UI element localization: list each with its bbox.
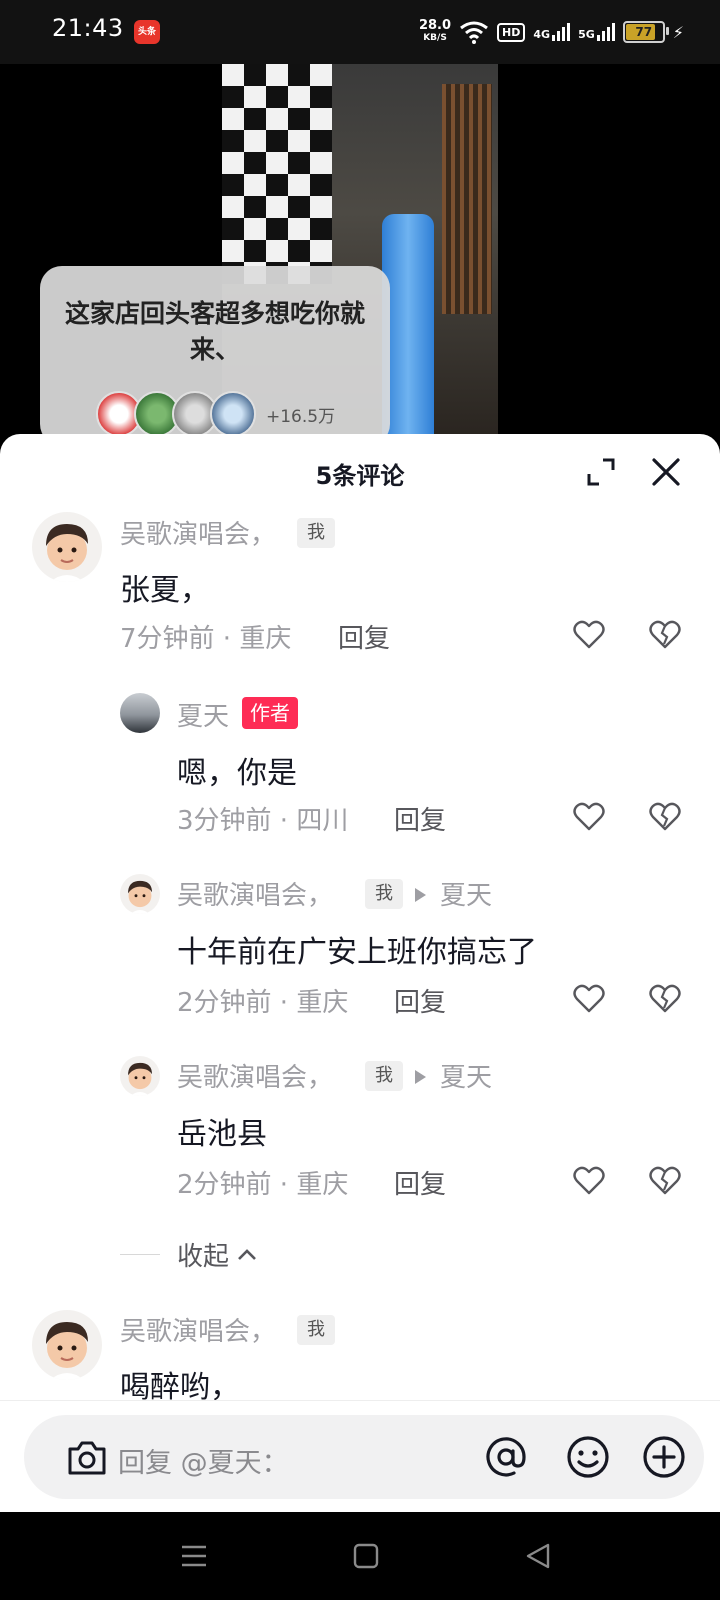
username[interactable]: 吴歌演唱会， [177, 1057, 333, 1094]
system-nav-bar [0, 1512, 720, 1600]
status-time: 21:43 [52, 14, 124, 42]
avatar[interactable] [120, 1056, 160, 1096]
network-speed-value: 28.0 [418, 18, 452, 33]
collapse-divider [120, 1254, 160, 1255]
close-icon[interactable] [646, 452, 686, 492]
expand-icon[interactable] [583, 454, 619, 490]
home-icon[interactable] [350, 1540, 382, 1572]
reply-button[interactable]: 回复 [338, 618, 390, 655]
avatar[interactable] [32, 1310, 102, 1380]
me-badge: 我 [365, 1061, 403, 1091]
heart-icon[interactable] [572, 982, 606, 1016]
status-bar: 21:43 头条 28.0 KB/S HD 4G 5G 77 ⚡ [0, 0, 720, 64]
reply-to-username[interactable]: 夏天 [440, 1057, 492, 1094]
viewer-avatar [210, 391, 256, 436]
me-badge: 我 [365, 879, 403, 909]
heart-icon[interactable] [572, 1164, 606, 1198]
heart-icon[interactable] [572, 800, 606, 834]
avatar[interactable] [120, 693, 160, 733]
sheet-header: 5条评论 [0, 434, 720, 520]
reply-button[interactable]: 回复 [394, 982, 446, 1019]
checkered-shirt-image [222, 64, 332, 284]
network-speed: 28.0 KB/S [418, 18, 452, 44]
status-indicators: 28.0 KB/S HD 4G 5G 77 ⚡ [419, 16, 684, 48]
me-badge: 我 [297, 518, 335, 548]
promo-count: +16.5万 [266, 406, 336, 427]
wifi-icon [460, 21, 488, 44]
video-player[interactable]: 这家店回头客超多想吃你就来、 +16.5万 [0, 64, 720, 436]
promo-avatar-group: +16.5万 [96, 391, 335, 436]
charging-icon: ⚡ [672, 22, 684, 42]
collapse-replies-button[interactable]: 收起 [177, 1236, 259, 1273]
username[interactable]: 吴歌演唱会， [120, 514, 276, 551]
heart-icon[interactable] [572, 618, 606, 652]
comment-meta: 2分钟前 · 重庆 [177, 1170, 349, 1200]
hd-voice-badge: HD [497, 22, 526, 42]
comment-text: 岳池县 [177, 1117, 267, 1152]
at-mention-icon[interactable] [482, 1433, 530, 1481]
signal-4g-icon: 4G [533, 23, 571, 41]
reply-button[interactable]: 回复 [394, 800, 446, 837]
comment-text: 十年前在广安上班你搞忘了 [177, 935, 537, 970]
promo-text: 这家店回头客超多想吃你就来、 [64, 299, 365, 364]
network-speed-unit: KB/S [423, 33, 447, 43]
avatar[interactable] [120, 874, 160, 914]
input-placeholder[interactable]: 回复 @夏天： [118, 1441, 289, 1480]
battery-icon: 77 [622, 21, 669, 43]
comment-meta: 3分钟前 · 四川 [177, 806, 349, 836]
username[interactable]: 吴歌演唱会， [177, 875, 333, 912]
signal-5g-label: 5G [578, 28, 595, 41]
promo-card[interactable]: 这家店回头客超多想吃你就来、 +16.5万 [40, 266, 390, 436]
menu-icon[interactable] [178, 1540, 210, 1572]
emoji-icon[interactable] [564, 1433, 612, 1481]
reply-arrow-icon [415, 888, 426, 902]
username[interactable]: 夏天 [177, 696, 229, 733]
comment-input[interactable]: 回复 @夏天： [24, 1415, 704, 1499]
signal-5g-icon: 5G [578, 23, 615, 41]
broken-heart-icon[interactable] [648, 982, 682, 1016]
signal-4g-label: 4G [533, 28, 551, 41]
comment-meta: 7分钟前 · 重庆 [120, 624, 292, 654]
reply-button[interactable]: 回复 [394, 1164, 446, 1201]
back-icon[interactable] [522, 1540, 554, 1572]
broken-heart-icon[interactable] [648, 800, 682, 834]
author-badge: 作者 [242, 697, 298, 729]
broken-heart-icon[interactable] [648, 618, 682, 652]
reply-to-username[interactable]: 夏天 [440, 875, 492, 912]
me-badge: 我 [297, 1315, 335, 1345]
comment-meta: 2分钟前 · 重庆 [177, 988, 349, 1018]
battery-level: 77 [635, 25, 653, 39]
username[interactable]: 吴歌演唱会， [120, 1311, 276, 1348]
comment-sheet: 5条评论 [0, 434, 720, 1514]
chevron-up-icon [238, 1248, 256, 1260]
broken-heart-icon[interactable] [648, 1164, 682, 1198]
toutiao-app-icon: 头条 [134, 20, 160, 44]
comment-input-bar: 回复 @夏天： [0, 1400, 720, 1513]
comment-text: 嗯，你是 [177, 756, 297, 791]
reply-arrow-icon [415, 1070, 426, 1084]
collapse-label: 收起 [177, 1242, 230, 1272]
comment-text: 张夏， [120, 573, 210, 608]
camera-icon[interactable] [64, 1435, 110, 1481]
add-icon[interactable] [640, 1433, 688, 1481]
chopsticks-image [442, 84, 492, 314]
avatar[interactable] [32, 512, 102, 582]
